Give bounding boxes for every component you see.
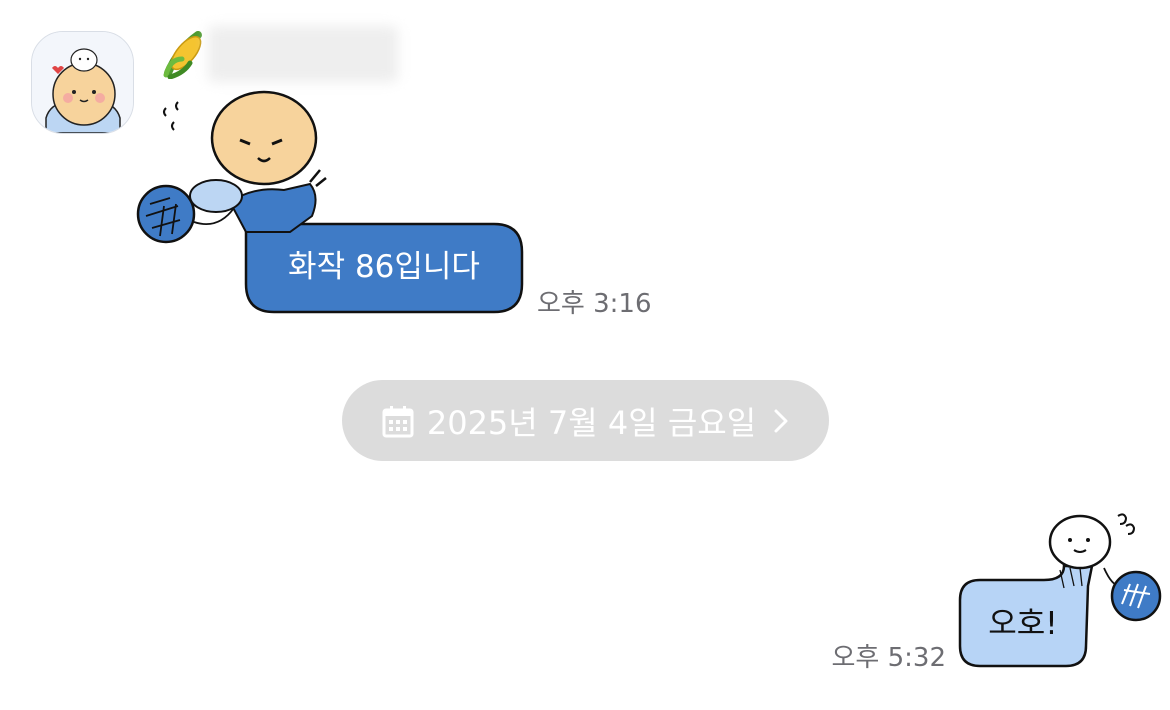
date-divider-button[interactable]: 2025년 7월 4일 금요일 (342, 380, 829, 461)
calendar-icon (382, 405, 414, 437)
sender-header (160, 26, 398, 82)
avatar-bear-icon (32, 32, 133, 133)
incoming-message-text: 화작 86입니다 (288, 249, 480, 285)
outgoing-message-text: 오호! (988, 606, 1058, 642)
sender-avatar[interactable] (31, 31, 134, 134)
outgoing-message-time: 오후 5:32 (831, 643, 947, 673)
date-divider-label: 2025년 7월 4일 금요일 (426, 403, 757, 442)
chevron-right-icon (774, 409, 788, 432)
sender-name (208, 26, 398, 82)
incoming-message-time: 오후 3:16 (537, 289, 652, 319)
corn-icon (163, 31, 202, 79)
